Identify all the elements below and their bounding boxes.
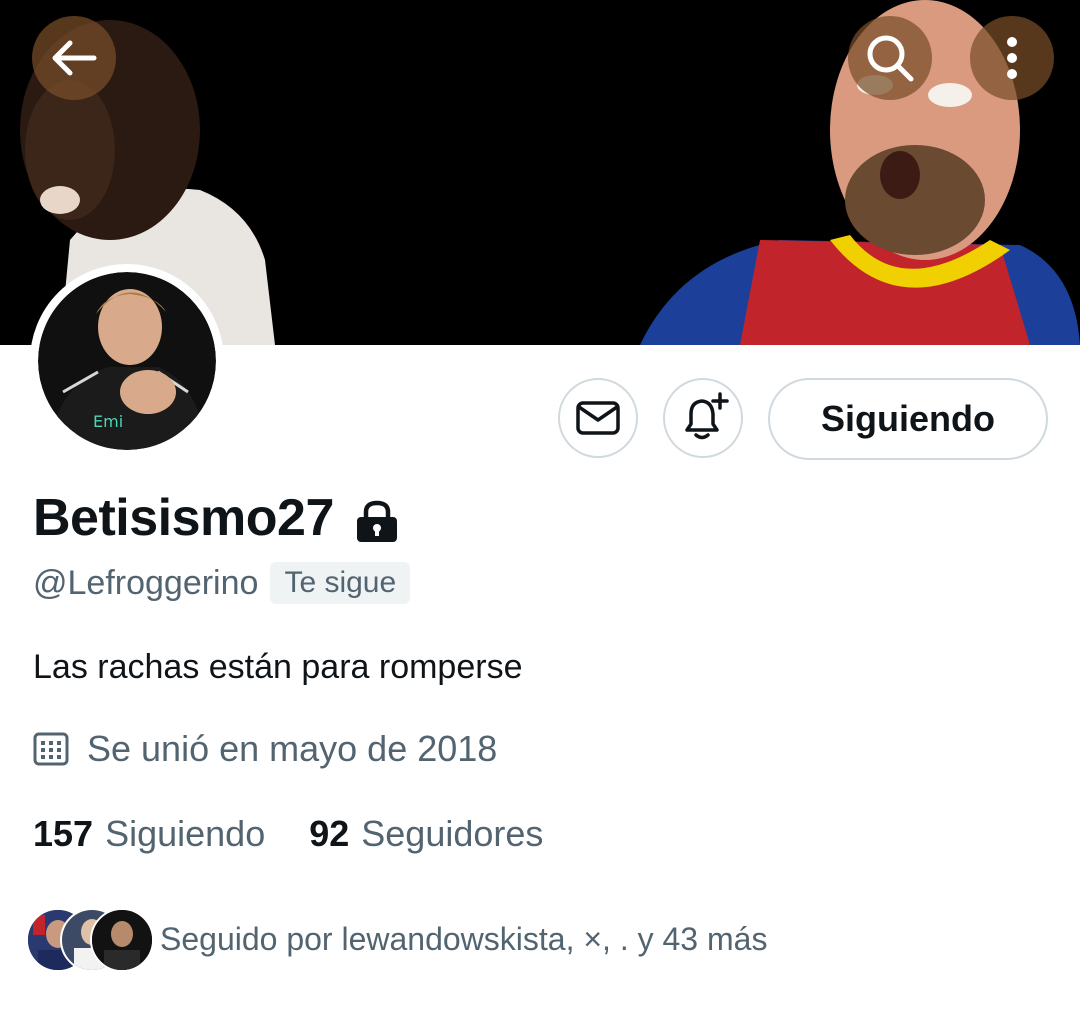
- avatar: [90, 908, 154, 972]
- user-handle: @Lefroggerino: [33, 563, 259, 602]
- arrow-left-icon: [52, 40, 97, 76]
- followed-by-text: Seguido por lewandowskista, ×, . y 43 má…: [160, 920, 768, 957]
- following-stat-link[interactable]: 157 Siguiendo: [33, 813, 265, 855]
- follow-stats: 157 Siguiendo 92 Seguidores: [33, 813, 587, 855]
- avatar-image: Emi: [38, 272, 216, 450]
- more-options-button[interactable]: [970, 16, 1054, 100]
- following-label: Siguiendo: [105, 813, 266, 854]
- profile-bio: Las rachas están para romperse: [33, 648, 523, 686]
- message-button[interactable]: [558, 378, 638, 458]
- back-button[interactable]: [32, 16, 116, 100]
- profile-avatar[interactable]: Emi: [30, 264, 224, 458]
- joined-date-row: Se unió en mayo de 2018: [33, 728, 497, 770]
- handle-row: @Lefroggerino Te sigue: [33, 562, 411, 604]
- search-icon: [867, 35, 914, 82]
- followers-label: Seguidores: [361, 813, 544, 854]
- more-vertical-icon: [1007, 37, 1017, 79]
- followers-you-know-avatars: [26, 908, 154, 972]
- joined-date-text: Se unió en mayo de 2018: [87, 728, 498, 769]
- calendar-icon: [33, 732, 69, 766]
- follows-you-badge: Te sigue: [270, 562, 411, 604]
- name-row: Betisismo27: [33, 488, 400, 548]
- search-button[interactable]: [848, 16, 932, 100]
- followed-by-row[interactable]: Seguido por lewandowskista, ×, . y 43 má…: [26, 908, 768, 972]
- bell-plus-icon: [685, 392, 729, 440]
- followers-stat-link[interactable]: 92 Seguidores: [309, 813, 543, 855]
- followers-count: 92: [309, 813, 350, 854]
- notifications-button[interactable]: [663, 378, 743, 458]
- following-button[interactable]: Siguiendo: [768, 378, 1048, 460]
- display-name: Betisismo27: [33, 489, 334, 547]
- lock-icon: [356, 500, 397, 542]
- svg-text:Emi: Emi: [93, 412, 123, 431]
- following-count: 157: [33, 813, 94, 854]
- envelope-icon: [576, 401, 620, 435]
